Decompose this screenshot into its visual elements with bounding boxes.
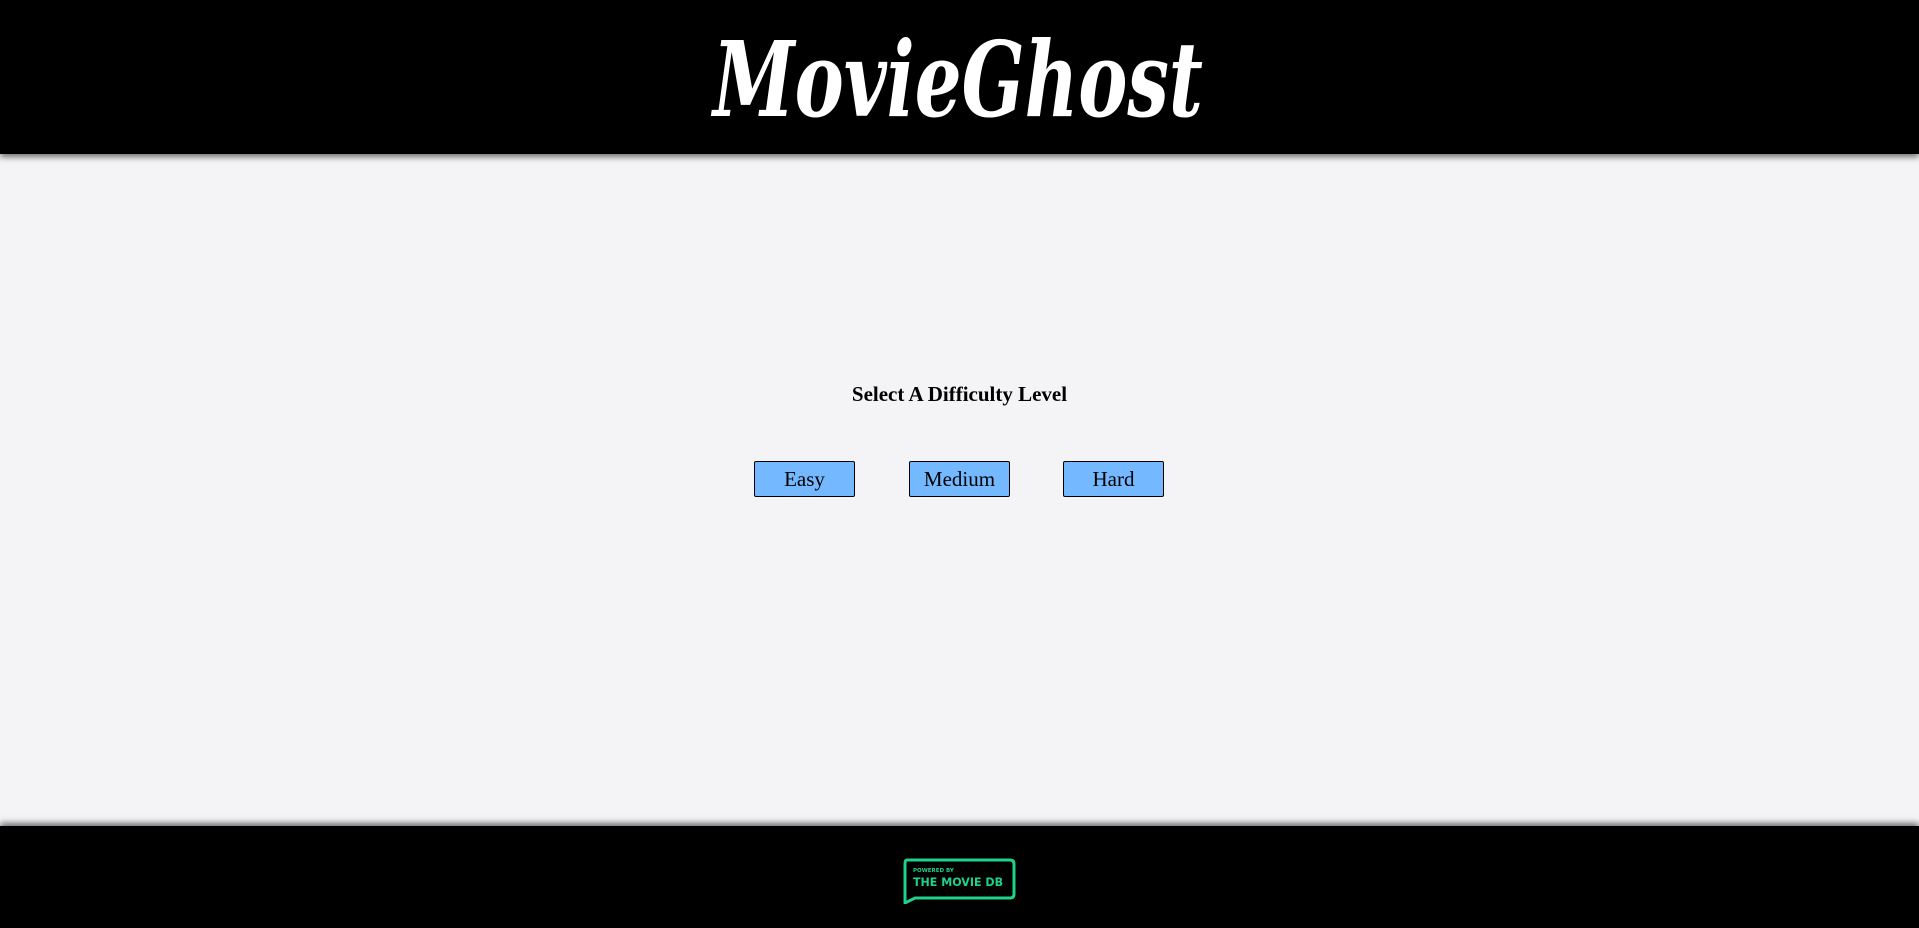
tmdb-powered-by: POWERED BY (913, 868, 955, 874)
tmdb-logo[interactable]: POWERED BY THE MOVIE DB (901, 858, 1016, 904)
header: MovieGhost (0, 0, 1919, 154)
logo-text: MovieGhost (711, 18, 1203, 141)
easy-button[interactable]: Easy (754, 461, 855, 497)
tmdb-name: THE MOVIE DB (913, 875, 1003, 889)
main-content: Select A Difficulty Level Easy Medium Ha… (0, 154, 1919, 826)
medium-button[interactable]: Medium (909, 461, 1010, 497)
difficulty-prompt: Select A Difficulty Level (851, 382, 1068, 406)
footer: POWERED BY THE MOVIE DB (0, 826, 1919, 928)
page: MovieGhost Select A Difficulty Level Eas… (0, 0, 1919, 928)
site-logo[interactable]: MovieGhost (0, 0, 1919, 160)
hard-button[interactable]: Hard (1063, 461, 1164, 497)
